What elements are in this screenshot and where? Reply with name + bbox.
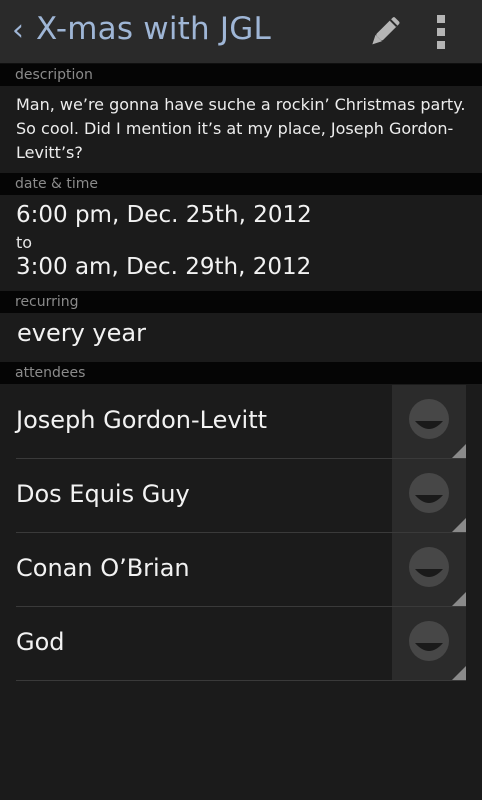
start-datetime: 6:00 pm, Dec. 25th, 2012 bbox=[16, 202, 312, 228]
avatar-icon[interactable] bbox=[392, 607, 466, 680]
attendee-name: God bbox=[16, 628, 65, 656]
attendee-row[interactable]: Conan O’Brian bbox=[16, 533, 466, 607]
datetime-separator: to bbox=[16, 233, 33, 252]
pencil-icon[interactable] bbox=[362, 12, 406, 52]
overflow-menu-icon[interactable] bbox=[426, 10, 456, 54]
section-header-attendees: attendees bbox=[0, 362, 482, 384]
description-text: Man, we’re gonna have suche a rockin’ Ch… bbox=[16, 95, 466, 162]
end-datetime: 3:00 am, Dec. 29th, 2012 bbox=[16, 254, 312, 280]
attendee-name: Conan O’Brian bbox=[16, 554, 190, 582]
section-header-recurring: recurring bbox=[0, 291, 482, 313]
avatar-icon[interactable] bbox=[392, 459, 466, 532]
action-bar: ‹ X-mas with JGL bbox=[0, 0, 482, 64]
section-header-datetime: date & time bbox=[0, 173, 482, 195]
attendee-name: Joseph Gordon-Levitt bbox=[16, 406, 268, 434]
avatar-icon[interactable] bbox=[392, 533, 466, 606]
avatar-icon[interactable] bbox=[392, 385, 466, 458]
recurring-value: every year bbox=[17, 319, 146, 347]
back-icon[interactable]: ‹ bbox=[12, 14, 32, 50]
attendee-name: Dos Equis Guy bbox=[16, 480, 190, 508]
page-title[interactable]: X-mas with JGL bbox=[36, 11, 271, 47]
attendee-row[interactable]: Dos Equis Guy bbox=[16, 459, 466, 533]
section-header-description: description bbox=[0, 64, 482, 86]
divider bbox=[16, 680, 466, 681]
attendee-row[interactable]: God bbox=[16, 607, 466, 681]
attendee-row[interactable]: Joseph Gordon-Levitt bbox=[16, 385, 466, 459]
